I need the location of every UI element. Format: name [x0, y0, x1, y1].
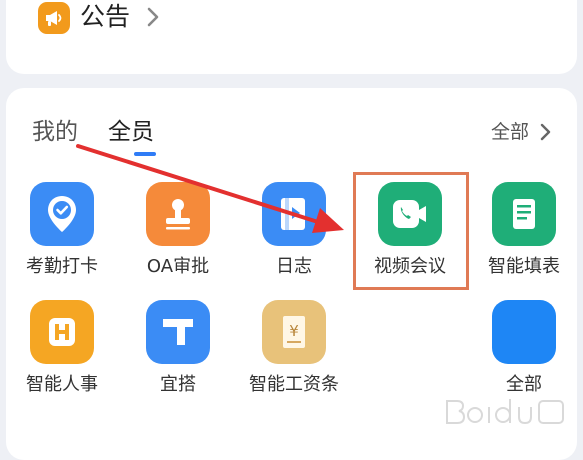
- app-label: 宜搭: [160, 374, 196, 395]
- app-attendance[interactable]: 考勤打卡: [2, 182, 122, 280]
- all-apps-icon: [492, 300, 556, 364]
- app-smart-form[interactable]: 智能填表: [464, 182, 583, 280]
- megaphone-icon: [38, 2, 70, 34]
- payslip-icon: ¥: [262, 300, 326, 364]
- journal-icon: [262, 182, 326, 246]
- app-journal[interactable]: 日志: [234, 182, 354, 280]
- yida-logo-icon: [146, 300, 210, 364]
- highlight-box: [353, 172, 469, 290]
- app-label: OA审批: [146, 256, 210, 277]
- stamp-icon: [146, 182, 210, 246]
- app-label: 智能工资条: [249, 374, 339, 395]
- form-scroll-icon: [492, 182, 556, 246]
- chevron-right-icon[interactable]: [535, 122, 555, 142]
- app-smart-payslip[interactable]: ¥ 智能工资条: [234, 300, 354, 398]
- notice-title: 公告: [80, 2, 131, 31]
- baidu-watermark-logo: [446, 399, 564, 425]
- app-yida[interactable]: 宜搭: [118, 300, 238, 398]
- app-label: 日志: [276, 256, 312, 277]
- notice-card[interactable]: 公告: [6, 0, 577, 74]
- svg-text:¥: ¥: [289, 322, 299, 340]
- app-smart-hr[interactable]: 智能人事: [2, 300, 122, 398]
- app-all[interactable]: 全部: [464, 300, 583, 398]
- view-all-link[interactable]: 全部: [491, 118, 529, 146]
- location-check-icon: [30, 182, 94, 246]
- app-oa-approval[interactable]: OA审批: [118, 182, 238, 280]
- chevron-right-icon: [147, 7, 159, 27]
- app-label: 考勤打卡: [26, 256, 98, 277]
- app-label: 智能人事: [26, 374, 98, 395]
- app-label: 智能填表: [488, 256, 560, 277]
- tab-mine[interactable]: 我的: [32, 116, 78, 148]
- hr-icon: [30, 300, 94, 364]
- active-tab-indicator: [134, 152, 156, 156]
- tab-all-members[interactable]: 全员: [108, 116, 154, 148]
